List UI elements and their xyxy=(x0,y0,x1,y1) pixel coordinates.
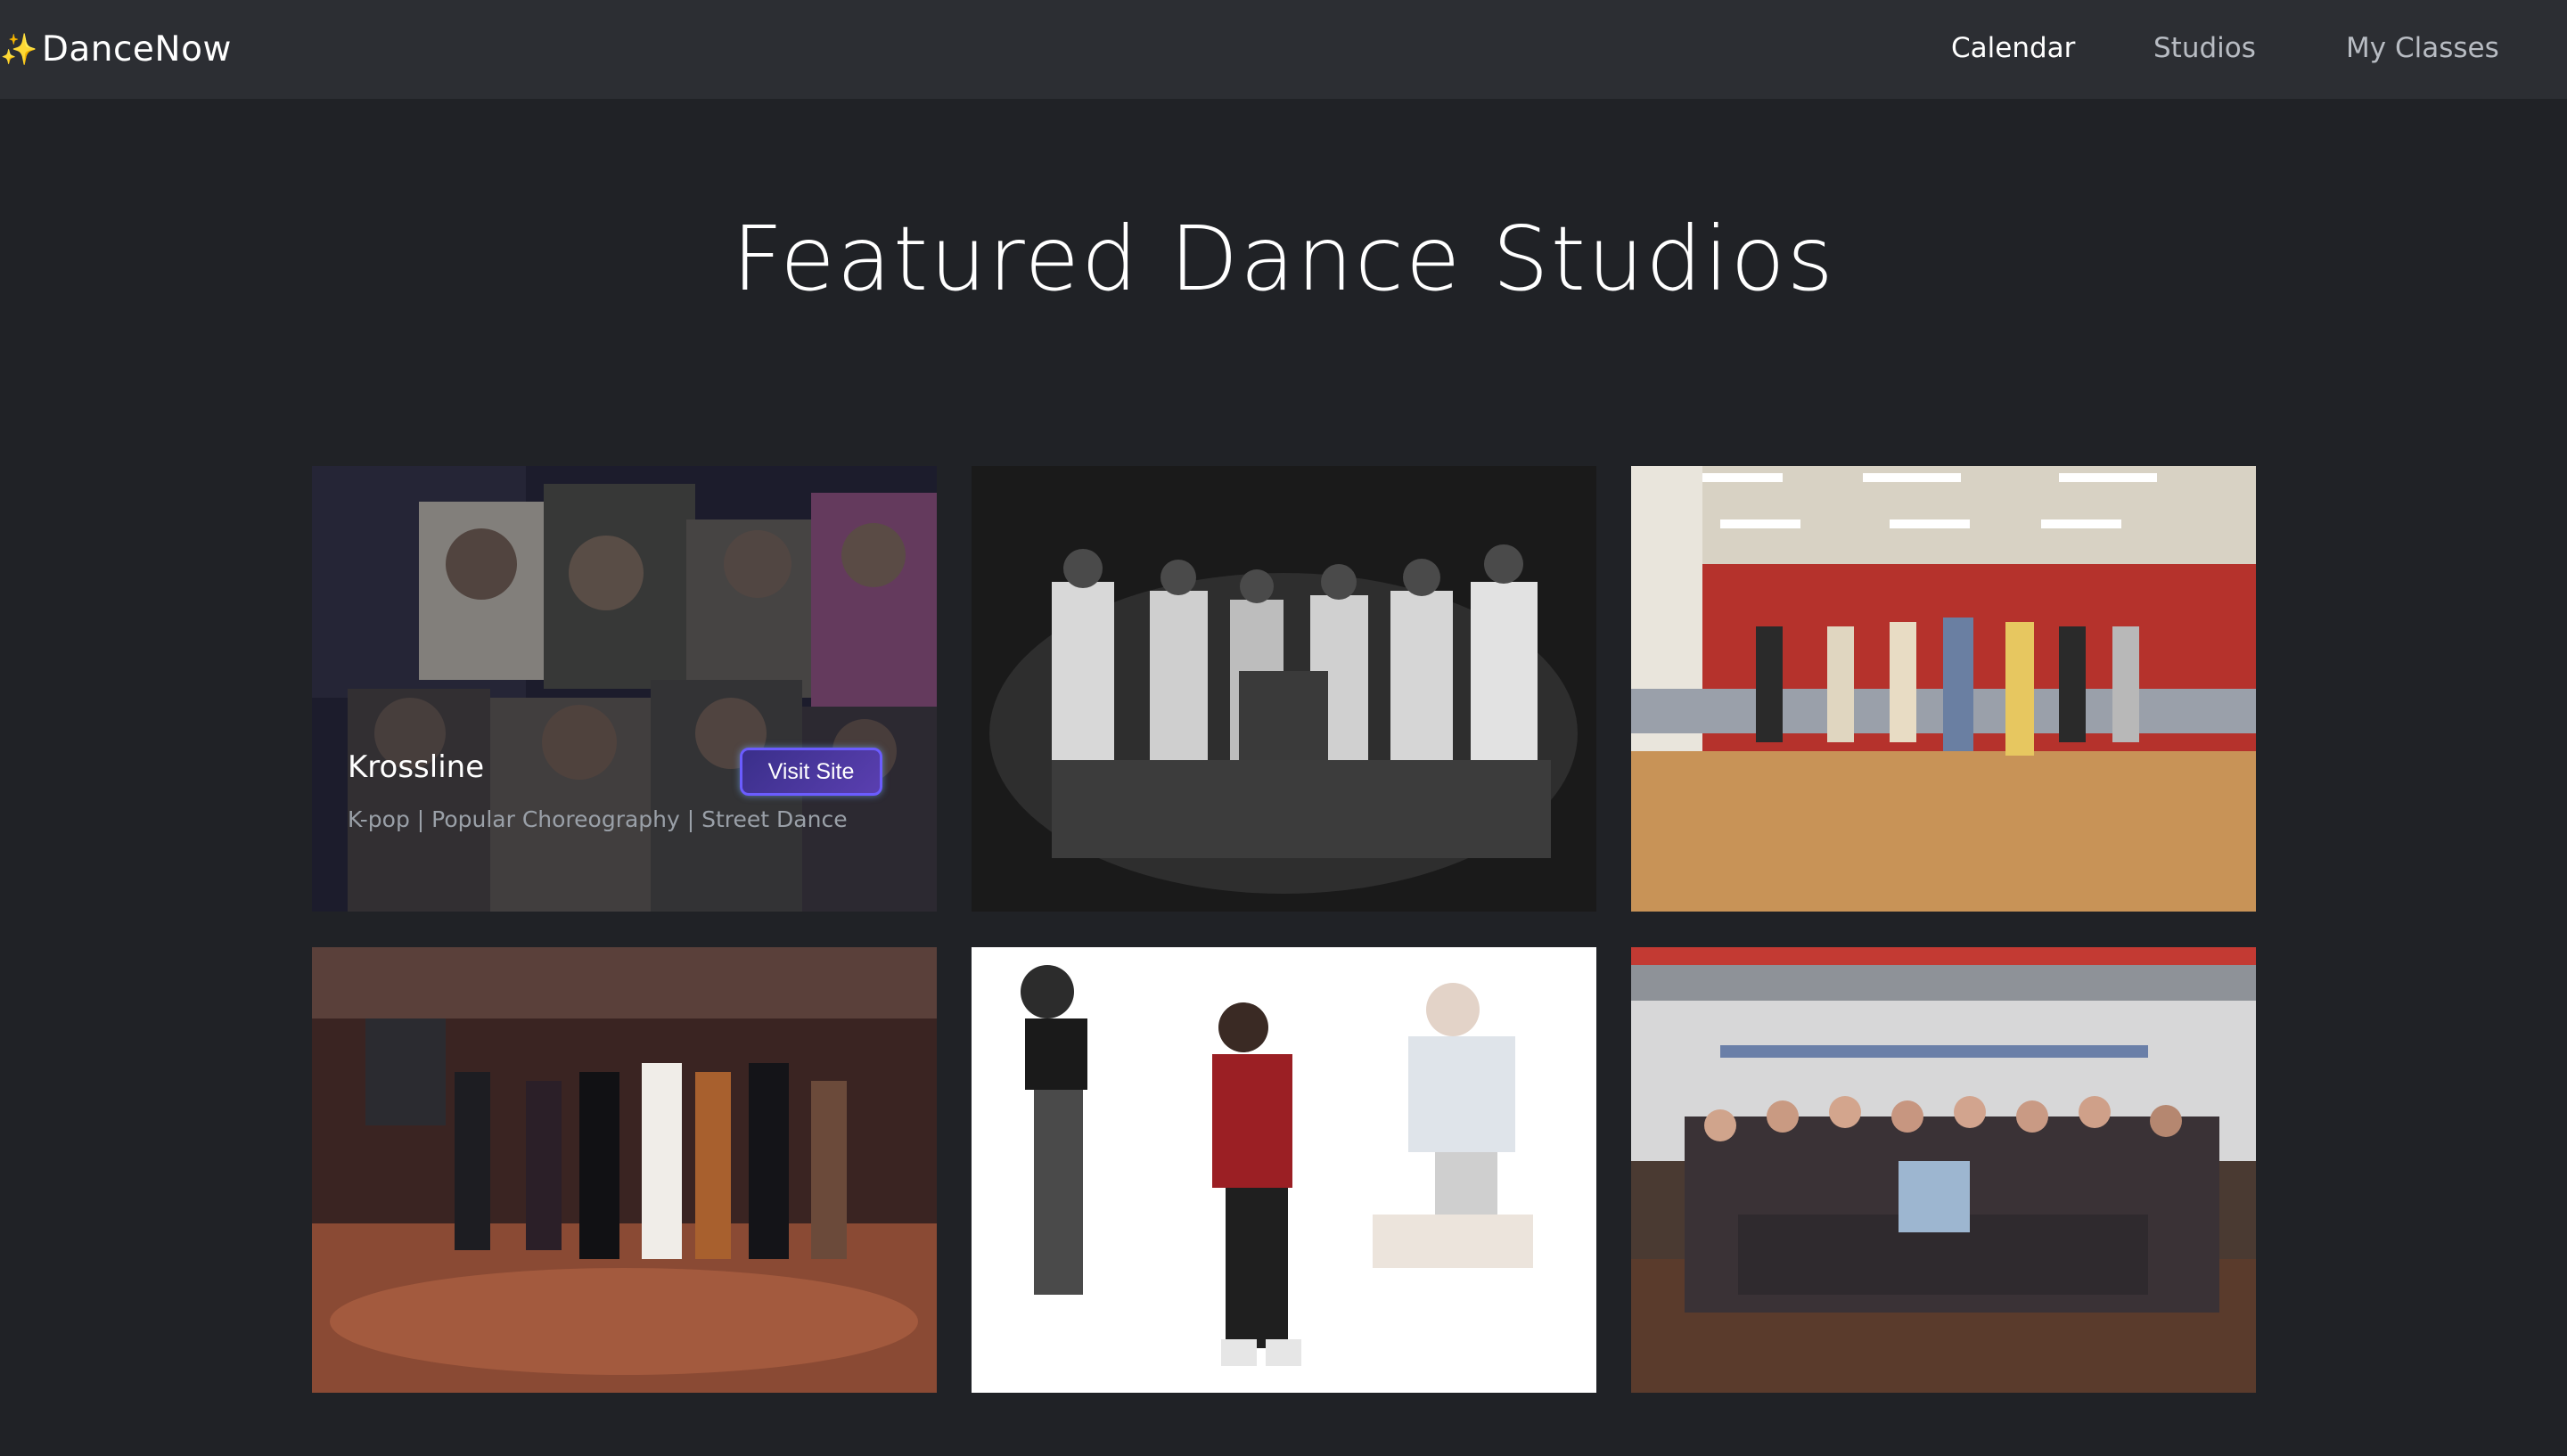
studio-card[interactable] xyxy=(312,947,937,1393)
studio-grid: Krossline Visit Site K-pop | Popular Cho… xyxy=(312,466,2256,1393)
studio-card-krossline[interactable]: Krossline Visit Site K-pop | Popular Cho… xyxy=(312,466,937,912)
top-navbar: ✨ DanceNow Calendar Studios My Classes xyxy=(0,0,2567,99)
studio-tags: K-pop | Popular Choreography | Street Da… xyxy=(348,806,848,832)
brand-name: DanceNow xyxy=(41,29,232,70)
nav-link-studios[interactable]: Studios xyxy=(2153,32,2256,64)
studio-card[interactable] xyxy=(972,947,1596,1393)
studio-card[interactable] xyxy=(1631,466,2256,912)
sparkles-icon: ✨ xyxy=(0,31,38,68)
studio-card[interactable] xyxy=(1631,947,2256,1393)
studio-image-crew xyxy=(972,466,1596,912)
studio-image-jumping-dancers xyxy=(972,947,1596,1393)
studio-image-ballroom xyxy=(312,947,937,1393)
studio-name: Krossline xyxy=(348,749,485,785)
brand-logo[interactable]: ✨ DanceNow xyxy=(0,0,232,99)
nav-link-calendar[interactable]: Calendar xyxy=(1951,32,2075,64)
studio-card[interactable] xyxy=(972,466,1596,912)
studio-image-group-photo xyxy=(1631,947,2256,1393)
nav-link-my-classes[interactable]: My Classes xyxy=(2346,32,2499,64)
studio-image-red-studio xyxy=(1631,466,2256,912)
visit-site-button[interactable]: Visit Site xyxy=(740,748,882,796)
card-hover-overlay xyxy=(312,466,937,912)
page-title: Featured Dance Studios xyxy=(732,207,1835,311)
